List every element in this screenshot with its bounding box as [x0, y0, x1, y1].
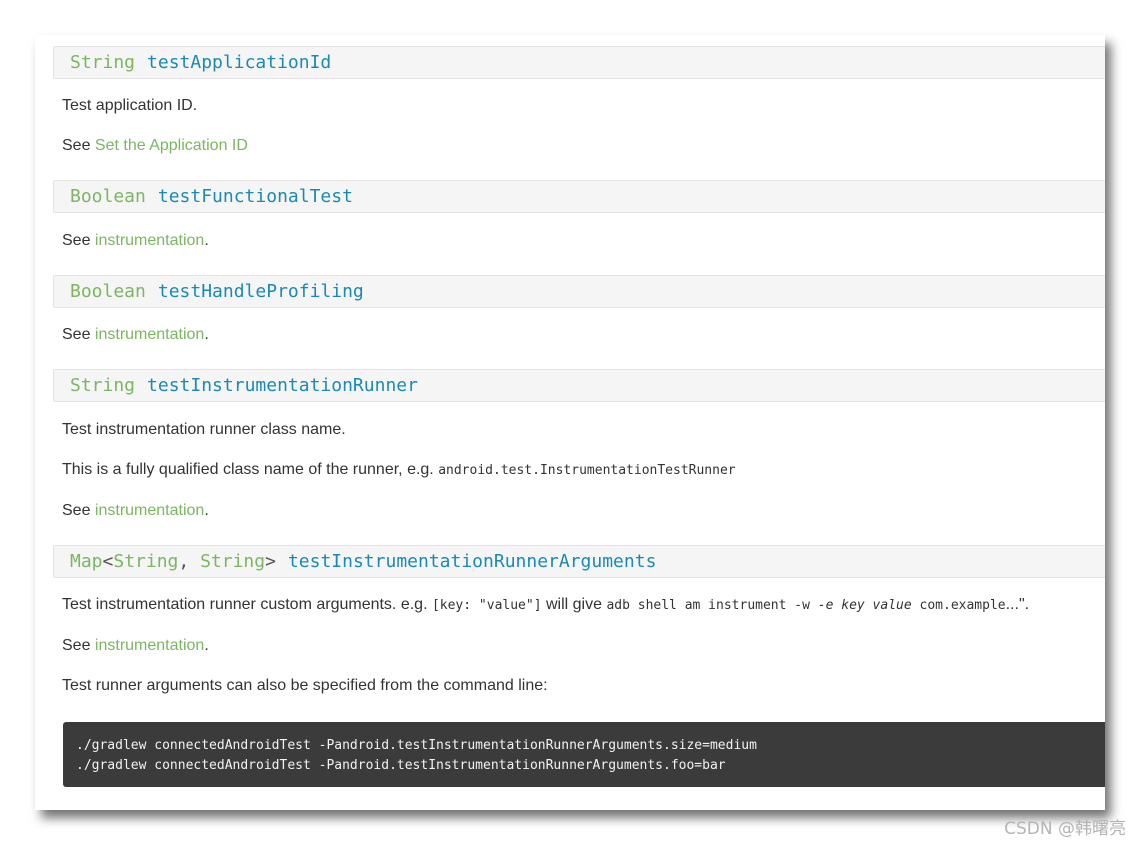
cli-note: Test runner arguments can also be specif… — [62, 677, 548, 694]
property-name: testFunctionalTest — [157, 186, 353, 207]
property-detail: This is a fully qualified class name of … — [62, 460, 736, 481]
set-application-id-link[interactable]: Set the Application ID — [95, 137, 248, 154]
see-also-line: See instrumentation. — [62, 501, 209, 521]
type-angle-close: > — [265, 551, 276, 572]
property-description: Test instrumentation runner custom argum… — [62, 595, 1029, 616]
property-type-map: Map — [70, 551, 103, 572]
see-also-line: See instrumentation. — [62, 636, 209, 656]
signature-test-application-id: String testApplicationId — [53, 46, 1105, 79]
instrumentation-link[interactable]: instrumentation — [95, 637, 204, 654]
document-page: String testApplicationId Test application… — [35, 35, 1105, 810]
signature-test-handle-profiling: Boolean testHandleProfiling — [53, 275, 1105, 308]
property-name: testInstrumentationRunnerArguments — [287, 551, 657, 572]
property-type: Boolean — [70, 281, 146, 302]
gradle-command-code-block: ./gradlew connectedAndroidTest -Pandroid… — [63, 722, 1105, 787]
property-type: String — [70, 375, 136, 396]
property-description: Test application ID. — [62, 97, 198, 114]
signature-test-functional-test: Boolean testFunctionalTest — [53, 180, 1105, 213]
desc-mid: will give — [541, 596, 607, 613]
see-suffix: . — [204, 502, 209, 519]
see-prefix: See — [62, 326, 95, 343]
property-type: String — [70, 52, 136, 73]
property-type-key: String — [113, 551, 179, 572]
adb-command-end: com.example — [911, 598, 1006, 613]
property-name: testApplicationId — [147, 52, 332, 73]
property-name: testInstrumentationRunner — [147, 375, 418, 396]
property-type-value: String — [200, 551, 266, 572]
see-prefix: See — [62, 232, 95, 249]
desc-prefix: Test instrumentation runner custom argum… — [62, 596, 432, 613]
see-suffix: . — [204, 232, 209, 249]
example-map-code: [key: "value"] — [431, 598, 542, 613]
see-prefix: See — [62, 137, 95, 154]
adb-command-start: adb shell am instrument -w — [606, 598, 818, 613]
property-name: testHandleProfiling — [157, 281, 364, 302]
instrumentation-link[interactable]: instrumentation — [95, 232, 204, 249]
see-suffix: . — [204, 326, 209, 343]
property-description: Test instrumentation runner class name. — [62, 421, 346, 438]
property-type: Boolean — [70, 186, 146, 207]
signature-test-instrumentation-runner: String testInstrumentationRunner — [53, 369, 1105, 402]
instrumentation-link[interactable]: instrumentation — [95, 502, 204, 519]
instrumentation-link[interactable]: instrumentation — [95, 326, 204, 343]
detail-text: This is a fully qualified class name of … — [62, 461, 439, 478]
adb-command-args: -e key value — [817, 598, 912, 613]
type-comma: , — [178, 551, 201, 572]
see-prefix: See — [62, 502, 95, 519]
see-also-line: See instrumentation. — [62, 325, 209, 345]
csdn-watermark: CSDN @韩曙亮 — [1004, 819, 1126, 839]
see-also-line: See instrumentation. — [62, 231, 209, 251]
see-suffix: . — [204, 637, 209, 654]
runner-class-code: android.test.InstrumentationTestRunner — [438, 463, 736, 478]
see-also-line: See Set the Application ID — [62, 136, 248, 156]
signature-test-instrumentation-runner-arguments: Map<String, String> testInstrumentationRu… — [53, 545, 1105, 578]
type-angle-open: < — [102, 551, 114, 572]
desc-suffix: ...". — [1005, 596, 1030, 613]
adb-command-code: adb shell am instrument -w -e key value … — [606, 598, 1005, 613]
see-prefix: See — [62, 637, 95, 654]
